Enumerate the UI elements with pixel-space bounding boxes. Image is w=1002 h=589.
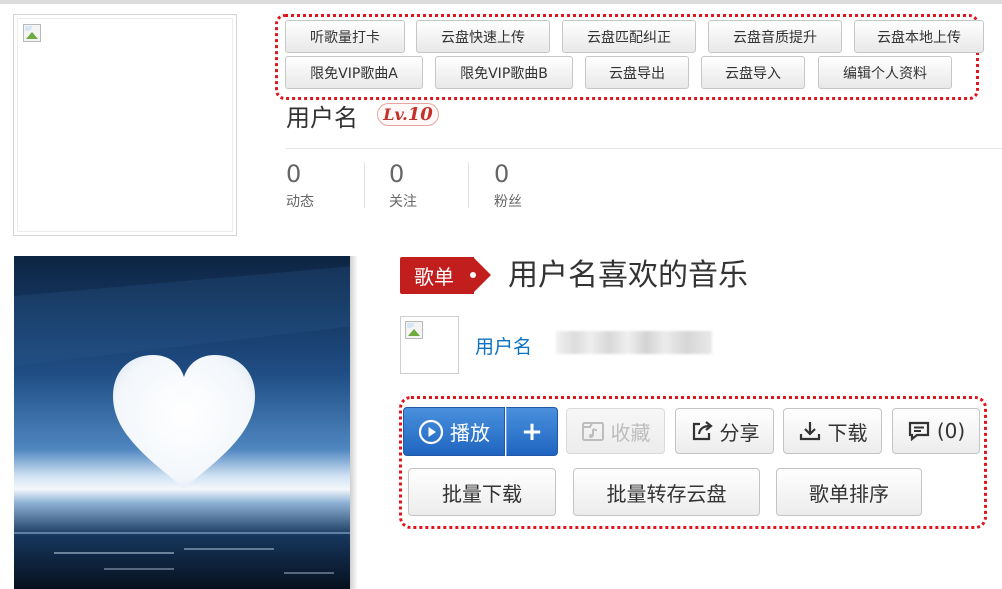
share-button[interactable]: 分享 [675,408,774,454]
stat-followers[interactable]: 0 粉丝 [494,160,522,212]
folder-music-icon [581,422,604,441]
cover-shadow [350,256,358,589]
add-to-queue-button[interactable]: + [506,407,558,456]
batch-save-to-cloud-button[interactable]: 批量转存云盘 [573,468,760,516]
stat-followers-count: 0 [494,160,510,188]
top-divider [0,0,1002,4]
blurred-creator-info [556,331,712,354]
stats-divider [286,148,1002,149]
stat-following-count: 0 [389,160,405,188]
avatar-image-area [17,18,233,232]
stat-following[interactable]: 0 关注 [389,160,417,212]
stat-separator [468,162,469,208]
level-badge[interactable]: Lv. 10 [377,103,439,126]
collect-button[interactable]: 收藏 [566,408,665,454]
stat-events-label: 动态 [286,194,314,210]
stat-separator [364,162,365,208]
stat-events[interactable]: 0 动态 [286,160,314,212]
level-prefix: Lv. [383,105,408,124]
collect-button-label: 收藏 [610,420,651,445]
download-icon [799,422,820,441]
broken-image-icon [23,24,41,42]
comment-icon [908,421,929,442]
level-number: 10 [407,104,433,125]
toolbar-button-listen-checkin[interactable]: 听歌量打卡 [285,20,405,53]
playlist-tag-label: 歌单 [400,257,474,294]
user-avatar[interactable] [13,14,237,236]
toolbar-button-free-vip-a[interactable]: 限免VIP歌曲A [285,56,423,89]
download-button-label: 下载 [827,420,868,445]
play-button-label: 播放 [450,421,490,445]
toolbar-button-free-vip-b[interactable]: 限免VIP歌曲B [435,56,573,89]
batch-download-button[interactable]: 批量下载 [408,468,556,516]
toolbar-button-cloud-local-upload[interactable]: 云盘本地上传 [854,20,984,53]
playlist-tag: 歌单 [400,257,491,294]
playlist-tag-dot [470,272,476,278]
download-button[interactable]: 下载 [783,408,882,454]
play-button[interactable]: 播放 [403,407,505,456]
toolbar-button-cloud-quality-up[interactable]: 云盘音质提升 [708,20,842,53]
creator-avatar[interactable] [400,316,459,374]
toolbar-button-cloud-export[interactable]: 云盘导出 [585,56,689,89]
comment-count: (0) [936,419,966,443]
toolbar-button-edit-profile[interactable]: 编辑个人资料 [818,56,952,89]
stat-followers-label: 粉丝 [494,194,522,210]
playlist-sort-button[interactable]: 歌单排序 [776,468,922,516]
creator-name-link[interactable]: 用户名 [475,332,532,359]
stat-following-label: 关注 [389,194,417,210]
playlist-title: 用户名喜欢的音乐 [508,258,748,293]
toolbar-button-cloud-quick-upload[interactable]: 云盘快速上传 [416,20,550,53]
broken-image-icon [405,321,423,339]
share-icon [692,421,713,441]
toolbar-button-cloud-match-fix[interactable]: 云盘匹配纠正 [562,20,696,53]
profile-username: 用户名 [286,104,358,132]
comment-button[interactable]: (0) [892,408,980,454]
share-button-label: 分享 [719,420,760,445]
toolbar-button-cloud-import[interactable]: 云盘导入 [701,56,805,89]
stat-events-count: 0 [286,160,302,188]
playlist-cover-heart-image [14,256,354,589]
play-circle-icon [418,419,444,444]
